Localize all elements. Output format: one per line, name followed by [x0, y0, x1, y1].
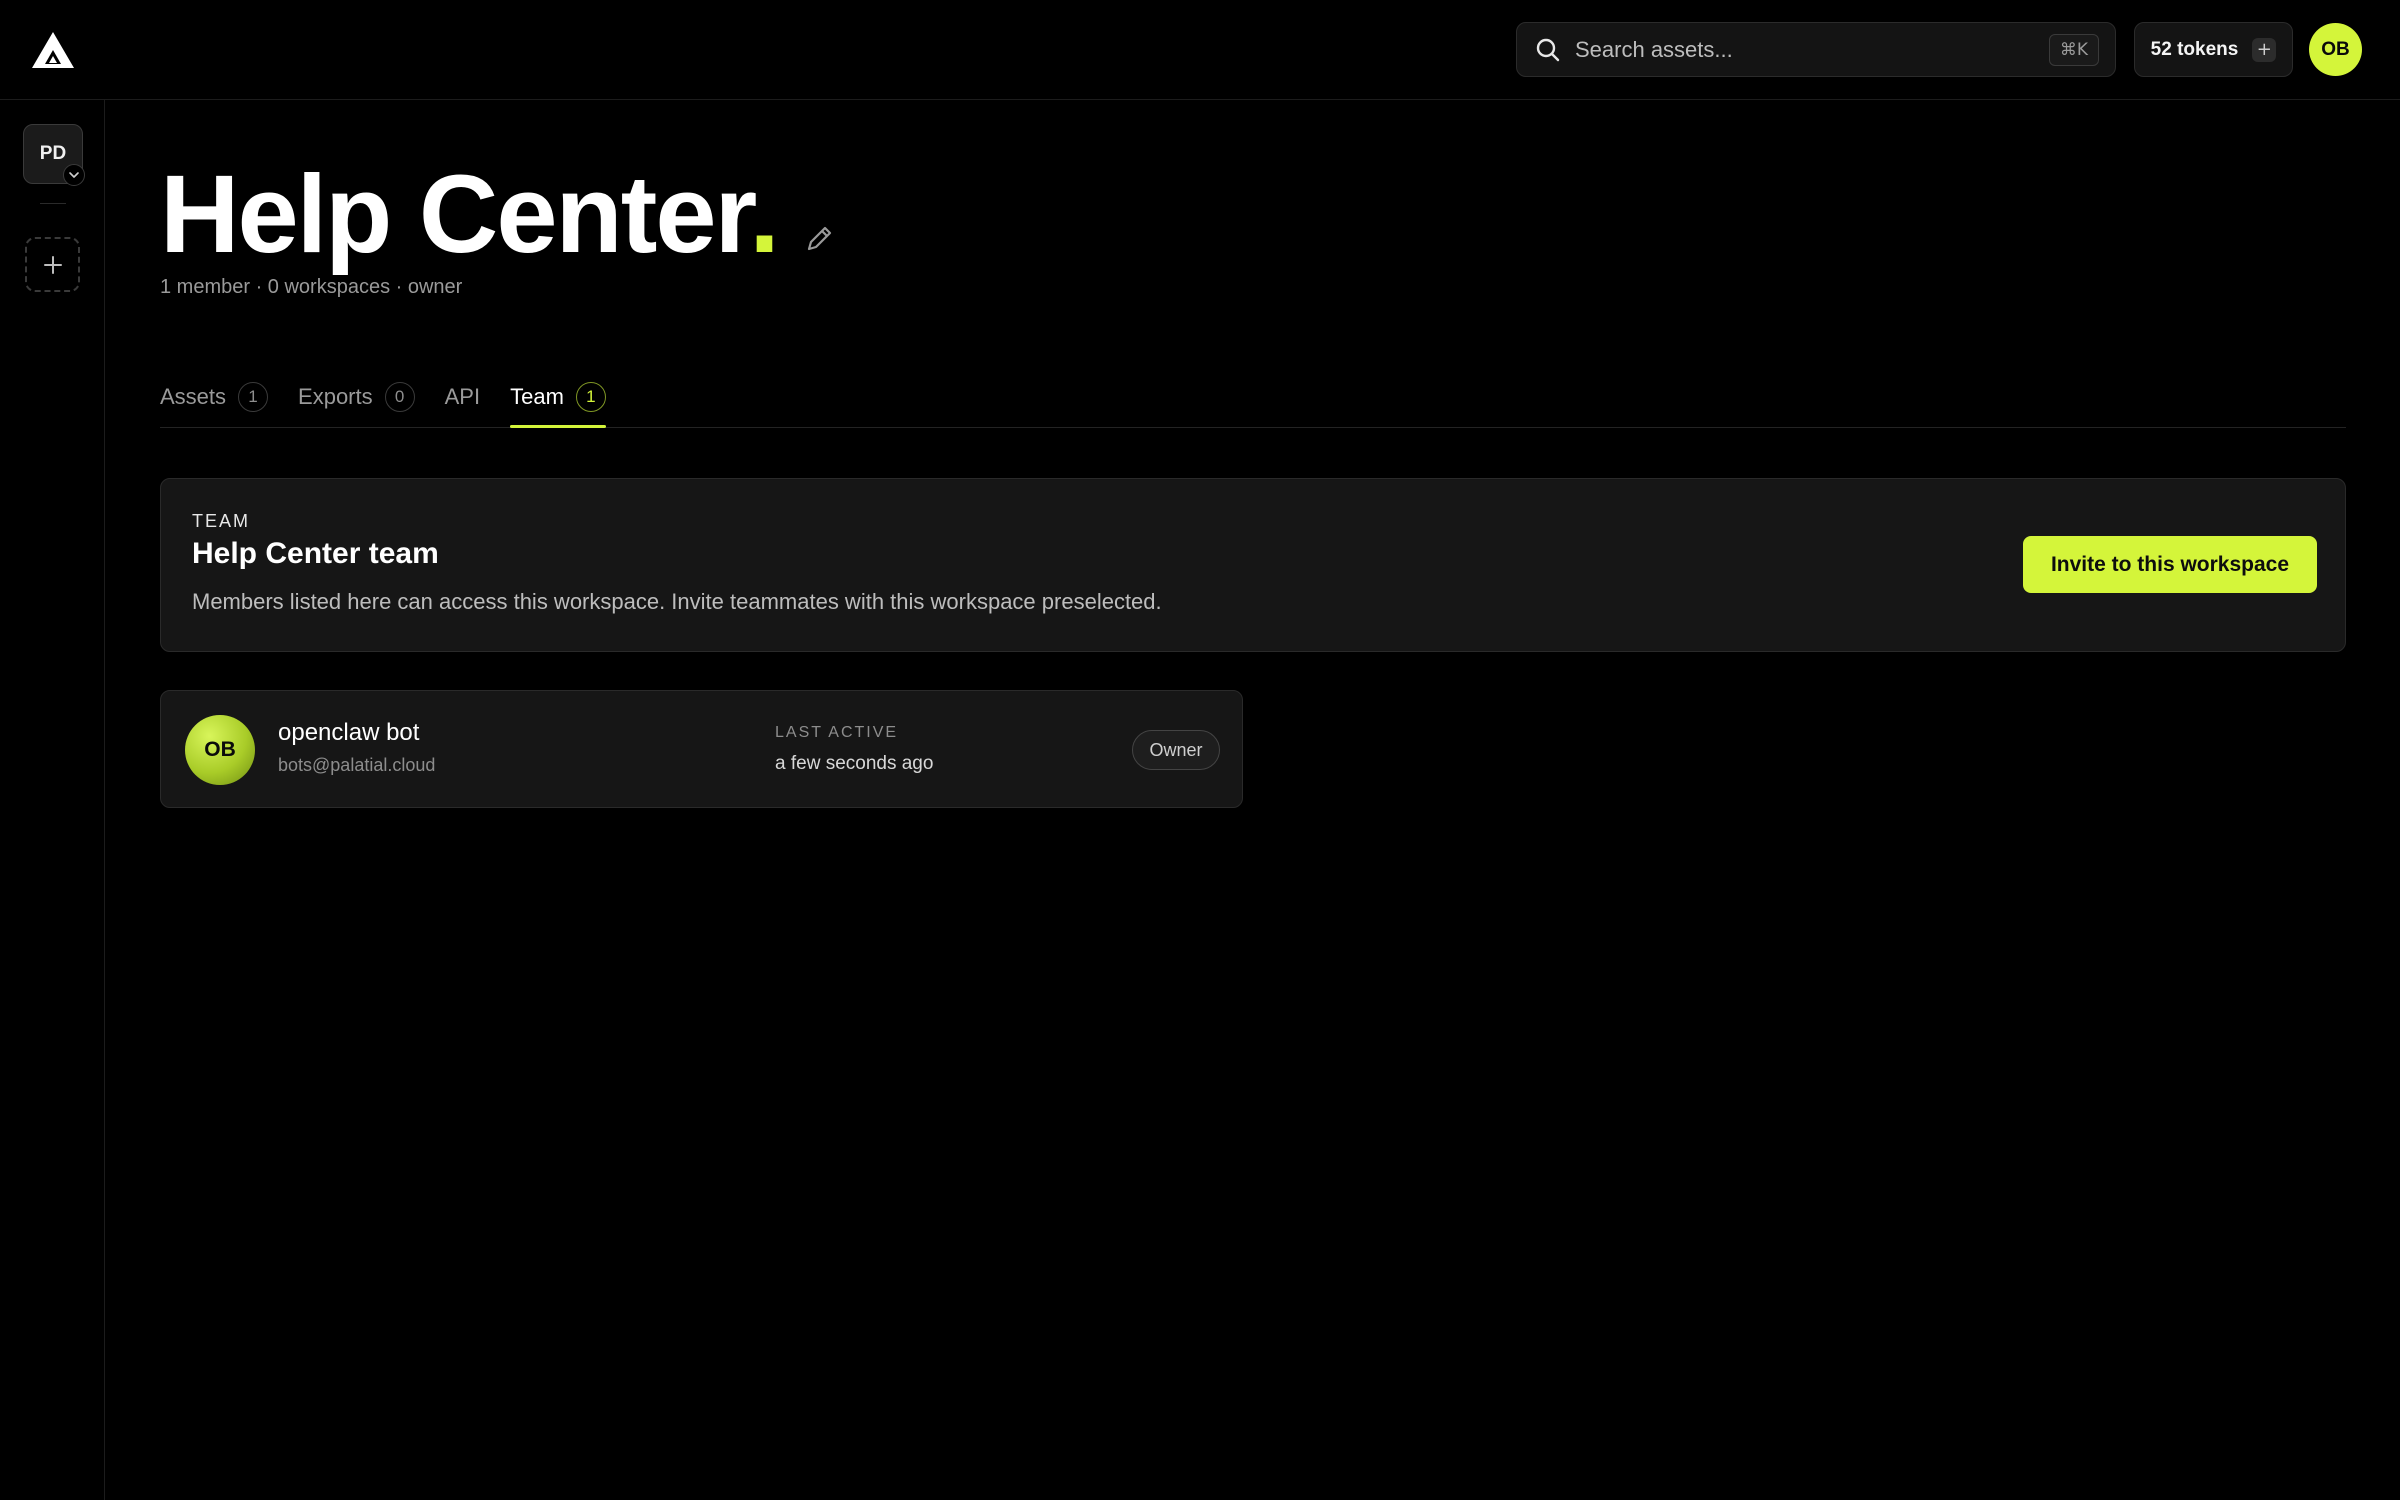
app-root: ⌘K 52 tokens + OB PD [0, 0, 2400, 1500]
tab-label: Team [510, 384, 564, 409]
tab-assets[interactable]: Assets 1 [160, 368, 269, 426]
page-title-text: Help Center [160, 153, 751, 276]
title-row: Help Center. [160, 150, 836, 270]
tab-team[interactable]: Team 1 [510, 368, 606, 428]
tab-label: Assets [160, 384, 227, 409]
team-panel-description: Members listed here can access this work… [192, 589, 1162, 614]
tab-exports[interactable]: Exports 0 [298, 368, 415, 426]
tokens-button[interactable]: 52 tokens + [2134, 22, 2293, 77]
member-avatar: OB [185, 715, 255, 785]
tokens-label: 52 tokens [2150, 38, 2239, 60]
add-workspace-button[interactable] [25, 237, 80, 292]
member-row[interactable]: OB openclaw bot bots@palatial.cloud LAST… [160, 690, 1243, 808]
tab-bar: Assets 1 Exports 0 API Team 1 [160, 368, 2346, 428]
workspace-initials: PD [39, 143, 67, 164]
title-accent-dot: . [749, 153, 780, 276]
plus-icon [42, 254, 64, 276]
tab-count-badge: 1 [575, 382, 606, 412]
search-icon [1535, 37, 1561, 63]
tab-count-badge: 1 [238, 382, 269, 412]
team-panel-title: Help Center team [192, 537, 439, 570]
rail-divider [40, 203, 66, 204]
role-badge: Owner [1132, 730, 1220, 770]
last-active-label: LAST ACTIVE [775, 724, 899, 741]
search-input[interactable] [1575, 36, 2049, 63]
page-title: Help Center. [160, 160, 780, 270]
triangle-logo-icon[interactable] [30, 30, 76, 70]
last-active-value: a few seconds ago [775, 753, 934, 774]
search-bar[interactable]: ⌘K [1516, 22, 2116, 77]
member-name: openclaw bot [278, 719, 420, 746]
add-tokens-button[interactable]: + [2252, 37, 2277, 62]
search-shortcut-badge: ⌘K [2048, 33, 2099, 66]
pencil-icon[interactable] [802, 222, 836, 256]
workspace-rail: PD [0, 100, 105, 1500]
team-eyebrow: TEAM [192, 511, 251, 531]
tab-label: API [444, 384, 481, 409]
top-bar: ⌘K 52 tokens + OB [0, 0, 2400, 100]
member-email: bots@palatial.cloud [278, 755, 436, 775]
tab-count-badge: 0 [384, 382, 415, 412]
user-avatar[interactable]: OB [2309, 23, 2362, 76]
page-subtitle: 1 member · 0 workspaces · owner [160, 276, 463, 298]
tab-api[interactable]: API [445, 368, 480, 426]
chevron-down-icon[interactable] [63, 164, 85, 186]
tab-label: Exports [298, 384, 373, 409]
team-panel: TEAM Help Center team Members listed her… [160, 478, 2346, 652]
invite-button[interactable]: Invite to this workspace [2023, 536, 2317, 593]
